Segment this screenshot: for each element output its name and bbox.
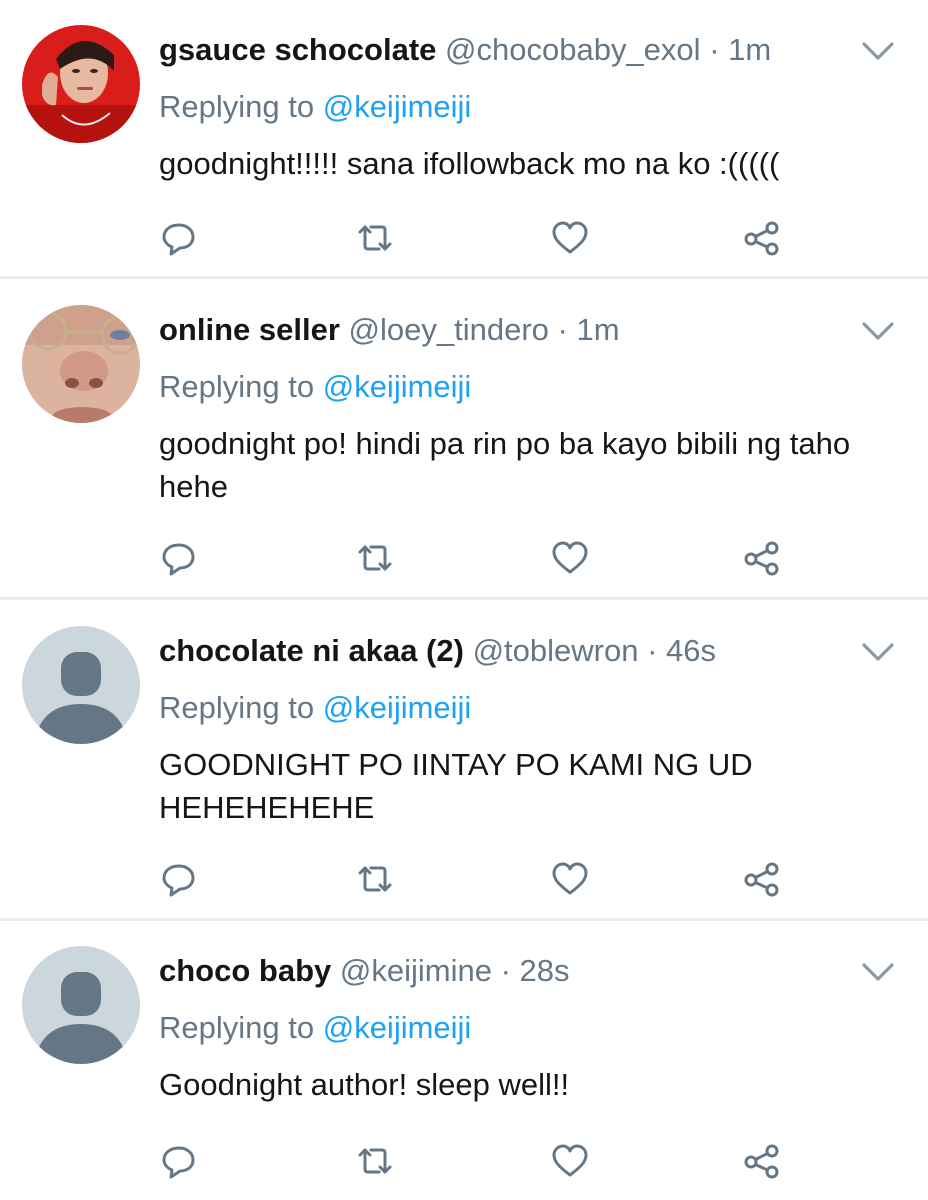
chevron-down-icon[interactable] [860,640,896,664]
tweet-text: GOODNIGHT PO IINTAY PO KAMI NG UD HEHEHE… [159,747,753,825]
retweet-button[interactable] [355,538,395,578]
reply-button[interactable] [159,538,199,578]
reply-icon [162,864,195,897]
retweet-button[interactable] [355,1141,395,1181]
tweet-header: chocolate ni akaa (2) @toblewron · 46s [159,631,716,671]
replying-to: Replying to @keijimeiji [159,87,471,127]
like-button[interactable] [550,538,590,578]
replying-prefix: Replying to [159,1010,323,1045]
avatar[interactable] [22,626,140,744]
like-icon [552,221,588,254]
mention-link[interactable]: @keijimeiji [323,369,472,404]
share-icon [744,1144,779,1179]
retweet-icon [358,225,392,251]
mention-link[interactable]: @keijimeiji [323,1010,472,1045]
replying-to: Replying to @keijimeiji [159,367,471,407]
user-handle[interactable]: @chocobaby_exol [445,32,701,67]
user-handle[interactable]: @loey_tindero [349,312,549,347]
retweet-button[interactable] [355,218,395,258]
chevron-down-icon[interactable] [860,39,896,63]
divider [0,597,928,600]
reply-icon [162,223,195,256]
user-handle[interactable]: @keijimine [340,953,492,988]
mention-link[interactable]: @keijimeiji [323,690,472,725]
tweet[interactable]: choco baby @keijimine · 28s Replying to … [0,946,928,1200]
replying-to: Replying to @keijimeiji [159,1008,471,1048]
mention-link[interactable]: @keijimeiji [323,89,472,124]
like-button[interactable] [550,218,590,258]
tweet[interactable]: online seller @loey_tindero · 1m Replyin… [0,305,928,595]
share-button[interactable] [742,1141,782,1181]
tweet[interactable]: gsauce schocolate @chocobaby_exol · 1m R… [0,25,928,275]
default-avatar-icon [22,946,140,1064]
replying-prefix: Replying to [159,369,323,404]
share-button[interactable] [742,538,782,578]
separator-dot: · [647,633,658,668]
chevron-down-icon[interactable] [860,319,896,343]
photo-red-icon [22,25,140,143]
like-button[interactable] [550,1141,590,1181]
share-button[interactable] [742,859,782,899]
avatar[interactable] [22,305,140,423]
timestamp[interactable]: 46s [666,633,716,668]
timestamp[interactable]: 1m [576,312,619,347]
avatar[interactable] [22,946,140,1064]
retweet-button[interactable] [355,859,395,899]
chevron-down-icon[interactable] [860,960,896,984]
share-icon [744,862,779,897]
tweet-text: Goodnight author! sleep well!! [159,1067,570,1102]
reply-button[interactable] [159,1141,199,1181]
tweet-text: goodnight po! hindi pa rin po ba kayo bi… [159,426,851,504]
display-name[interactable]: gsauce schocolate [159,32,436,67]
retweet-icon [358,545,392,571]
tweet-text: goodnight!!!!! sana ifollowback mo na ko… [159,146,780,181]
divider [0,276,928,279]
reply-icon [162,543,195,576]
replying-prefix: Replying to [159,690,323,725]
share-button[interactable] [742,218,782,258]
separator-dot: · [557,312,568,347]
reply-icon [162,1146,195,1179]
user-handle[interactable]: @toblewron [473,633,639,668]
like-button[interactable] [550,859,590,899]
like-icon [552,862,588,895]
replies-feed: gsauce schocolate @chocobaby_exol · 1m R… [0,0,928,1200]
retweet-icon [358,1148,392,1174]
share-icon [744,541,779,576]
reply-button[interactable] [159,218,199,258]
photo-face-icon [22,305,140,423]
timestamp[interactable]: 1m [728,32,771,67]
display-name[interactable]: chocolate ni akaa (2) [159,633,464,668]
retweet-icon [358,866,392,892]
separator-dot: · [500,953,511,988]
display-name[interactable]: online seller [159,312,340,347]
display-name[interactable]: choco baby [159,953,331,988]
default-avatar-icon [22,626,140,744]
timestamp[interactable]: 28s [520,953,570,988]
avatar[interactable] [22,25,140,143]
tweet[interactable]: chocolate ni akaa (2) @toblewron · 46s R… [0,626,928,916]
tweet-header: online seller @loey_tindero · 1m [159,310,620,350]
replying-to: Replying to @keijimeiji [159,688,471,728]
divider [0,918,928,921]
tweet-header: gsauce schocolate @chocobaby_exol · 1m [159,30,771,70]
replying-prefix: Replying to [159,89,323,124]
tweet-header: choco baby @keijimine · 28s [159,951,570,991]
separator-dot: · [709,32,720,67]
like-icon [552,541,588,574]
reply-button[interactable] [159,859,199,899]
like-icon [552,1144,588,1177]
share-icon [744,221,779,256]
